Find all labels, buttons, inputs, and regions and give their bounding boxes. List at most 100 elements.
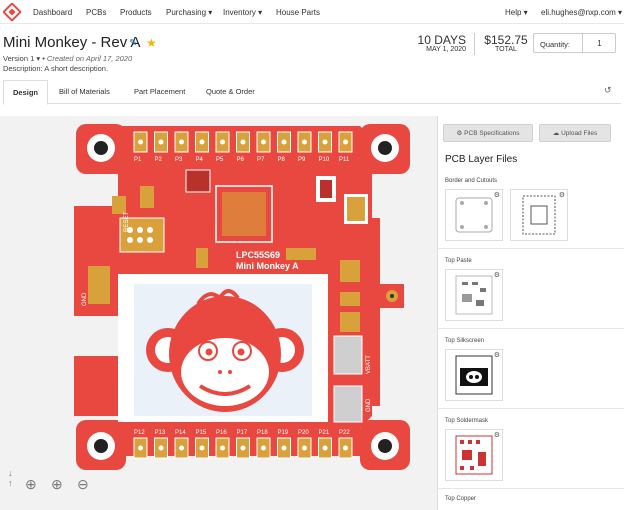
- version-select[interactable]: Version 1 ▾: [3, 54, 40, 63]
- collapse-arrow-icon[interactable]: ↓ ↑: [8, 468, 13, 488]
- pcb-specifications-label: PCB Specifications: [464, 130, 520, 137]
- pin-hole: [220, 139, 225, 145]
- nav-user-menu[interactable]: eli.hughes@nxp.com ▾: [541, 8, 622, 17]
- layer-thumbnail[interactable]: ⚙: [445, 269, 503, 321]
- gear-icon[interactable]: ⚙: [494, 191, 500, 199]
- pin-hole: [261, 139, 266, 145]
- vbatt-pad: [333, 335, 363, 375]
- pin-hole: [138, 445, 143, 451]
- component-pad: [320, 180, 332, 198]
- quantity-input[interactable]: 1: [582, 34, 616, 52]
- gnd-label-right: GND: [366, 398, 372, 412]
- pin-label: P4: [196, 157, 204, 163]
- history-icon[interactable]: ↺: [604, 85, 612, 96]
- pin-hole: [179, 139, 184, 145]
- pcb-canvas[interactable]: P1 P2 P3 P4 P5 P6 P7 P8 P9 P10 P11 P12 P13 P14 P15 P16…: [0, 116, 438, 510]
- component-pad: [340, 260, 360, 282]
- pcb-board[interactable]: P1 P2 P3 P4 P5 P6 P7 P8 P9 P10 P11 P12 P13 P14 P15 P16…: [0, 116, 438, 510]
- layer-heading: Top Paste: [445, 258, 472, 264]
- pin-label: P16: [216, 430, 227, 436]
- nav-house-parts[interactable]: House Parts: [276, 8, 320, 17]
- layer-thumbnail[interactable]: ⚙: [445, 349, 503, 401]
- nav-help[interactable]: Help ▾: [505, 8, 528, 17]
- description: Description: A short description.: [3, 64, 109, 73]
- mounting-hole: [378, 141, 392, 155]
- gear-icon[interactable]: ⚙: [494, 351, 500, 359]
- component: [185, 169, 211, 193]
- chip-label: LPC55S69: [236, 250, 280, 260]
- component-pad: [112, 196, 126, 214]
- cloud-upload-icon: ☁: [552, 130, 560, 137]
- gnd-pad-left: [88, 266, 110, 304]
- crystal-inner: [347, 197, 365, 221]
- pin-hole: [138, 139, 143, 145]
- pin-label: P9: [298, 157, 306, 163]
- pin-label: P8: [278, 157, 286, 163]
- nav-inventory[interactable]: Inventory ▾: [223, 8, 262, 17]
- tab-quote-order[interactable]: Quote & Order: [206, 87, 255, 96]
- pin-hole: [281, 139, 287, 145]
- component-pad: [140, 186, 154, 208]
- pin-label: P22: [339, 430, 350, 436]
- pin-label: P5: [216, 157, 224, 163]
- tab-design[interactable]: Design: [3, 80, 48, 105]
- divider: [438, 408, 624, 409]
- nav-purchasing[interactable]: Purchasing ▾: [166, 8, 212, 17]
- nav-dashboard[interactable]: Dashboard: [33, 8, 72, 17]
- chip-pads: [222, 192, 266, 236]
- pin-hole: [199, 445, 205, 451]
- vbatt-label: VBATT: [366, 355, 372, 374]
- version-line: Version 1 ▾ • Created on April 17, 2020: [3, 54, 133, 63]
- zoom-out-icon[interactable]: ⊖: [77, 476, 89, 493]
- total-price: $152.75: [484, 33, 528, 47]
- layer-heading: Top Soldermask: [445, 418, 489, 424]
- pin-hole: [343, 139, 348, 145]
- created-date: Created on April 17, 2020: [46, 54, 133, 63]
- pin-label: P15: [196, 430, 207, 436]
- layer-thumbnail[interactable]: ⚙: [445, 429, 503, 481]
- gear-icon[interactable]: ⚙: [494, 271, 500, 279]
- pin-label: P11: [339, 157, 350, 163]
- logo-icon[interactable]: [3, 3, 21, 21]
- via: [137, 227, 143, 233]
- pcb-specifications-button[interactable]: ⚙ PCB Specifications: [443, 124, 533, 142]
- tab-part-placement[interactable]: Part Placement: [134, 87, 185, 96]
- pin-hole: [158, 139, 164, 145]
- total-label: TOTAL: [495, 46, 517, 53]
- quantity-label: Quantity:: [540, 40, 571, 49]
- lead-time: 10 DAYS: [417, 33, 466, 47]
- layer-heading: Border and Cutouts: [445, 178, 498, 184]
- upload-files-label: Upload Files: [561, 130, 598, 137]
- layer-thumbnail[interactable]: ⚙: [510, 189, 568, 241]
- gear-icon[interactable]: ⚙: [559, 191, 565, 199]
- gear-icon: ⚙: [456, 130, 463, 137]
- page-title: Mini Monkey - Rev A: [3, 34, 141, 51]
- upload-files-button[interactable]: ☁ Upload Files: [539, 124, 611, 142]
- pin-label: P13: [155, 430, 166, 436]
- pin-hole: [322, 445, 328, 451]
- top-navbar: Dashboard PCBs Products Purchasing ▾ Inv…: [0, 0, 624, 24]
- pin-label: P21: [319, 430, 330, 436]
- layer-heading: Top Copper: [445, 496, 477, 502]
- tab-bill-of-materials[interactable]: Bill of Materials: [59, 87, 110, 96]
- tab-bar: Design Bill of Materials Part Placement …: [3, 80, 621, 105]
- via: [127, 237, 133, 243]
- divider: [474, 33, 475, 55]
- component-pad: [286, 248, 316, 260]
- mounting-hole: [94, 141, 108, 155]
- nav-pcbs[interactable]: PCBs: [86, 8, 106, 17]
- pin-label: P2: [155, 157, 163, 163]
- pin-hole: [240, 445, 246, 451]
- zoom-in-icon[interactable]: ⊕: [51, 476, 63, 493]
- layer-thumbnail[interactable]: ⚙: [445, 189, 503, 241]
- nav-products[interactable]: Products: [120, 8, 152, 17]
- pencil-icon[interactable]: ✎: [129, 38, 137, 49]
- gear-icon[interactable]: ⚙: [494, 431, 500, 439]
- ship-date: MAY 1, 2020: [426, 46, 466, 53]
- pin-label: P14: [175, 430, 186, 436]
- star-icon[interactable]: ★: [146, 36, 157, 50]
- pin-label: P7: [257, 157, 265, 163]
- crosshair-icon[interactable]: ⊕: [25, 476, 37, 493]
- component-pad: [196, 248, 208, 268]
- layer-sidebar: ⚙ PCB Specifications ☁ Upload Files PCB …: [438, 116, 624, 510]
